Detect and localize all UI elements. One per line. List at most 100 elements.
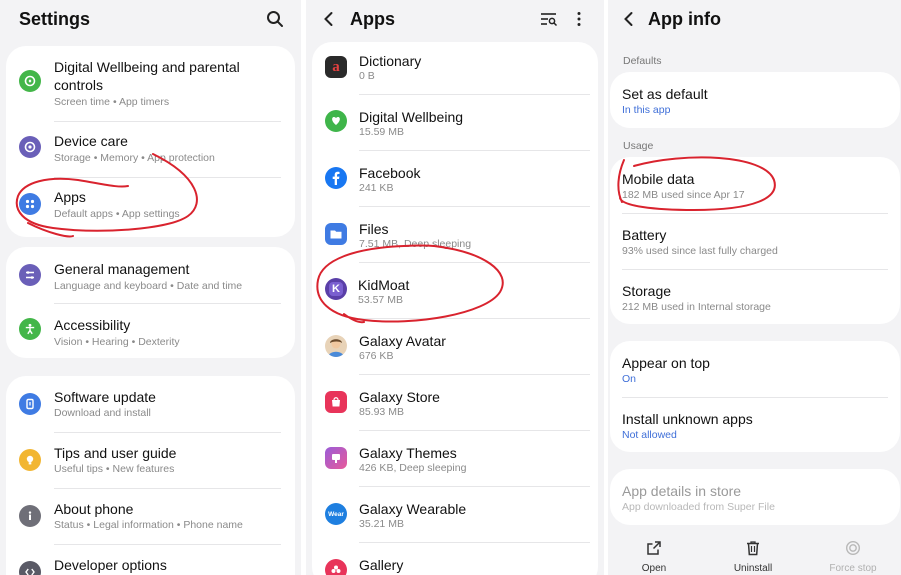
list-item-galaxy-themes[interactable]: Galaxy Themes 426 KB, Deep sleeping: [312, 431, 598, 486]
trash-icon: [747, 541, 759, 556]
settings-item-label-line2: controls: [54, 77, 104, 93]
settings-header: Settings: [0, 0, 301, 38]
app-size: 35.21 MB: [359, 518, 404, 530]
app-name: Galaxy Wearable: [359, 501, 467, 517]
apps-list: a Dictionary 0 B Digital Wellbeing 15.59…: [312, 42, 598, 575]
list-item-galaxy-avatar[interactable]: Galaxy Avatar 676 KB: [312, 319, 598, 374]
settings-item-accessibility[interactable]: Accessibility Vision • Hearing • Dexteri…: [6, 304, 295, 358]
app-size: 0 B: [359, 70, 375, 82]
app-details-in-store-card: App details in store App downloaded from…: [610, 469, 900, 525]
dictionary-icon: a: [325, 56, 347, 78]
permissions-card: Appear on top On Install unknown apps No…: [610, 341, 900, 452]
list-item-kidmoat[interactable]: K KidMoat 53.57 MB: [312, 263, 598, 318]
list-item-galaxy-store[interactable]: Galaxy Store 85.93 MB: [312, 375, 598, 430]
list-item-gallery[interactable]: Gallery: [312, 543, 598, 575]
uninstall-button[interactable]: Uninstall: [723, 540, 783, 574]
app-size: 426 KB, Deep sleeping: [359, 462, 467, 474]
list-item-files[interactable]: Files 7.51 MB, Deep sleeping: [312, 207, 598, 262]
settings-item-developer-options[interactable]: Developer options: [6, 545, 295, 575]
settings-item-label: General management: [54, 261, 190, 277]
settings-card-about: Software update Download and install Tip…: [6, 376, 295, 575]
settings-item-label: Accessibility: [54, 317, 131, 333]
settings-item-label: Software update: [54, 389, 156, 405]
settings-item-general-management[interactable]: General management Language and keyboard…: [6, 247, 295, 303]
app-name: Digital Wellbeing: [359, 109, 464, 125]
usage-card: Mobile data 182 MB used since Apr 17 Bat…: [610, 157, 900, 324]
device-care-icon: [19, 136, 41, 158]
appear-on-top-item[interactable]: Appear on top On: [610, 341, 900, 397]
settings-item-device-care[interactable]: Device care Storage • Memory • App prote…: [6, 122, 295, 178]
section-label-defaults: Defaults: [623, 55, 662, 67]
force-stop-icon: [845, 540, 861, 556]
galaxy-store-icon: [325, 391, 347, 413]
filter-search-icon[interactable]: [538, 8, 560, 30]
app-name: Facebook: [359, 165, 421, 181]
files-icon: [325, 223, 347, 245]
mobile-data-value: 182 MB used since Apr 17: [622, 189, 745, 201]
app-info-panel: App info Defaults Set as default In this…: [608, 0, 901, 575]
gallery-icon: [325, 559, 347, 575]
app-name: Galaxy Themes: [359, 445, 457, 461]
apps-icon: [19, 193, 41, 215]
install-unknown-apps-item[interactable]: Install unknown apps Not allowed: [610, 398, 900, 452]
uninstall-label: Uninstall: [733, 563, 773, 574]
settings-item-apps[interactable]: Apps Default apps • App settings: [6, 178, 295, 237]
app-name: Galaxy Store: [359, 389, 440, 405]
settings-card-management: General management Language and keyboard…: [6, 247, 295, 358]
list-item-facebook[interactable]: Facebook 241 KB: [312, 151, 598, 206]
app-size: 15.59 MB: [359, 126, 404, 138]
battery-value: 93% used since last fully charged: [622, 245, 778, 257]
list-item-dictionary[interactable]: a Dictionary 0 B: [312, 42, 598, 94]
app-size: 85.93 MB: [359, 406, 404, 418]
app-details-value: App downloaded from Super File: [622, 501, 775, 513]
app-name: Files: [359, 221, 389, 237]
back-arrow-icon[interactable]: [618, 8, 640, 30]
kidmoat-icon: K: [325, 278, 347, 300]
open-label: Open: [641, 563, 667, 574]
settings-item-sub: Download and install: [54, 407, 151, 419]
more-options-icon[interactable]: [568, 8, 590, 30]
dictionary-glyph: a: [332, 58, 340, 75]
storage-label: Storage: [622, 283, 672, 299]
settings-item-digital-wellbeing[interactable]: Digital Wellbeing and parental controls …: [6, 46, 295, 122]
settings-item-sub: Default apps • App settings: [54, 208, 180, 220]
about-phone-icon: [19, 505, 41, 527]
set-as-default-value: In this app: [622, 104, 671, 116]
set-as-default-card[interactable]: Set as default In this app: [610, 72, 900, 128]
force-stop-label: Force stop: [829, 563, 877, 574]
kidmoat-glyph: K: [329, 282, 343, 296]
developer-options-icon: [19, 561, 41, 575]
app-size: 241 KB: [359, 182, 394, 194]
page-title: Apps: [350, 9, 395, 29]
force-stop-button: Force stop: [823, 540, 883, 574]
software-update-icon: [19, 393, 41, 415]
settings-item-sub: Useful tips • New features: [54, 463, 175, 475]
storage-item[interactable]: Storage 212 MB used in Internal storage: [610, 270, 900, 324]
page-title: App info: [648, 9, 721, 29]
tips-icon: [19, 449, 41, 471]
settings-item-label: Developer options: [54, 557, 167, 573]
settings-item-tips[interactable]: Tips and user guide Useful tips • New fe…: [6, 433, 295, 488]
search-icon[interactable]: [264, 8, 286, 30]
mobile-data-label: Mobile data: [622, 171, 695, 187]
settings-item-label: Device care: [54, 133, 128, 149]
mobile-data-item[interactable]: Mobile data 182 MB used since Apr 17: [610, 157, 900, 213]
settings-item-software-update[interactable]: Software update Download and install: [6, 376, 295, 432]
settings-item-label: Tips and user guide: [54, 445, 177, 461]
list-item-galaxy-wearable[interactable]: Wear Galaxy Wearable 35.21 MB: [312, 487, 598, 542]
appear-on-top-label: Appear on top: [622, 355, 710, 371]
facebook-icon: [325, 167, 347, 189]
app-name: Gallery: [359, 557, 404, 573]
app-name: Dictionary: [359, 53, 422, 69]
settings-item-sub: Language and keyboard • Date and time: [54, 280, 243, 292]
wear-glyph: Wear: [328, 510, 344, 518]
settings-item-about-phone[interactable]: About phone Status • Legal information •…: [6, 489, 295, 544]
list-item-digital-wellbeing[interactable]: Digital Wellbeing 15.59 MB: [312, 95, 598, 150]
galaxy-themes-icon: [325, 447, 347, 469]
back-arrow-icon[interactable]: [318, 8, 340, 30]
open-button[interactable]: Open: [624, 540, 684, 574]
general-management-icon: [19, 264, 41, 286]
section-label-usage: Usage: [623, 140, 654, 152]
install-unknown-apps-label: Install unknown apps: [622, 411, 753, 427]
battery-item[interactable]: Battery 93% used since last fully charge…: [610, 214, 900, 269]
